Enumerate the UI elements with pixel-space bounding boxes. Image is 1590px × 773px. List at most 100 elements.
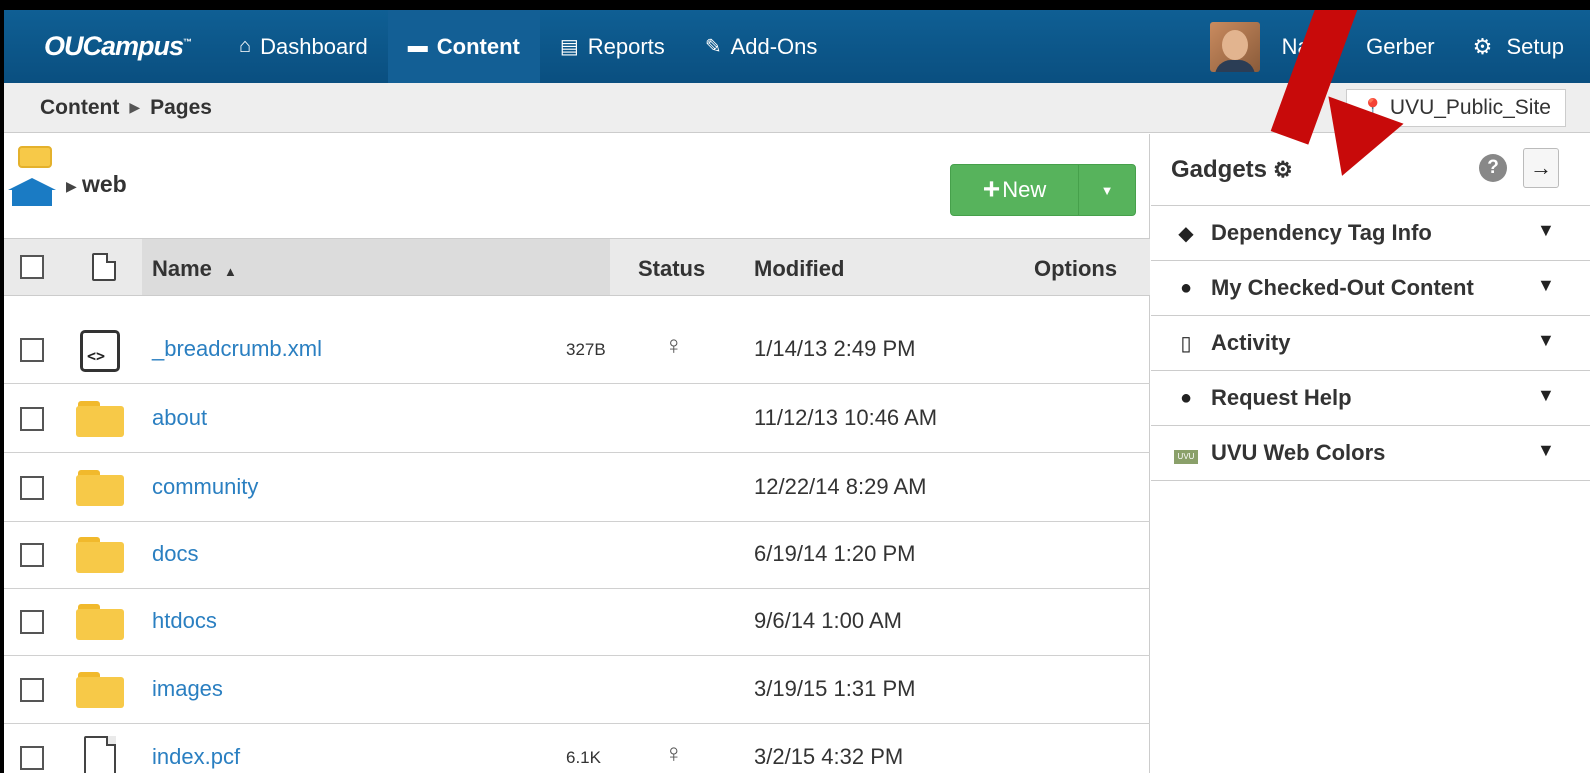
brand-logo[interactable]: OUCampus™ [44,31,192,62]
row-checkbox[interactable] [20,407,44,431]
row-checkbox[interactable] [20,610,44,634]
folder-icon [76,470,124,506]
gear-icon[interactable]: ⚙ [1273,157,1293,182]
gear-icon: ⚙ [1472,33,1493,59]
folder-icon: ▬ [407,35,428,57]
pin-icon: ✎ [704,36,722,58]
avatar[interactable] [1209,21,1260,72]
modified-date: 3/2/15 4:32 PM [754,744,904,769]
file-list-panel: ▶ web + New ▼ Name ▲ Status Modified Opt… [4,134,1150,773]
file-size: 327B [566,340,606,359]
collapse-gadgets-button[interactable]: → [1523,148,1559,188]
nav-reports[interactable]: ▤ Reports [540,10,685,83]
chevron-down-icon[interactable]: ▼ [1537,220,1555,241]
gadget-label: Request Help [1211,385,1352,410]
breadcrumb-caret-icon: ▶ [129,99,141,115]
row-checkbox[interactable] [20,543,44,567]
gadget-my-checked-out-content[interactable]: ● My Checked-Out Content ▼ [1151,261,1590,316]
folder-name-link[interactable]: about [152,405,207,431]
modified-column-header[interactable]: Modified [754,256,844,282]
gadget-label: Activity [1211,330,1291,355]
gadget-label: My Checked-Out Content [1211,275,1474,300]
home-icon: ⌂ [239,35,252,57]
folder-name-link[interactable]: docs [152,541,198,567]
page-file-icon [84,736,116,773]
user-area: NathGerber ⚙ Setup [1209,10,1590,83]
row-checkbox[interactable] [20,476,44,500]
speech-bubble-icon: ● [1179,386,1193,409]
mouse-icon: ▯ [1180,332,1192,355]
table-row[interactable]: <> _breadcrumb.xml 327B ♀ 1/14/13 2:49 P… [4,316,1150,384]
new-button-label: New [1002,177,1047,202]
chevron-down-icon[interactable]: ▼ [1537,440,1555,461]
file-name-link[interactable]: index.pcf [152,744,240,770]
help-icon[interactable]: ? [1479,154,1507,182]
modified-date: 3/19/15 1:31 PM [754,676,916,701]
table-row[interactable]: community 12/22/14 8:29 AM [4,454,1150,522]
table-row[interactable]: htdocs 9/6/14 1:00 AM [4,588,1150,656]
breadcrumb-content[interactable]: Content [40,96,119,120]
current-folder-label[interactable]: web [82,171,127,198]
root-folder-button[interactable] [8,140,64,206]
folder-icon [76,604,124,640]
gadget-activity[interactable]: ▯ Activity ▼ [1151,316,1590,371]
gadget-label: Dependency Tag Info [1211,220,1432,245]
lightbulb-icon: ♀ [664,330,684,360]
nav-reports-label: Reports [587,33,665,59]
new-dropdown-button[interactable]: ▼ [1079,165,1135,215]
row-checkbox[interactable] [20,746,44,770]
folder-name-link[interactable]: images [152,676,223,702]
gadgets-panel: Gadgets ⚙ ? → ◆ Dependency Tag Info ▼ ● M… [1151,134,1590,773]
xml-file-icon: <> [80,330,120,372]
user-name-part2: Gerber [1366,33,1435,59]
new-button[interactable]: + New [951,165,1079,215]
gadgets-title-label: Gadgets [1171,156,1268,183]
path-caret-icon: ▶ [66,178,77,194]
setup-label: Setup [1506,33,1565,59]
clipboard-icon: ▤ [559,36,579,58]
table-row[interactable]: images 3/19/15 1:31 PM [4,656,1150,724]
folder-name-link[interactable]: community [152,474,258,500]
status-column-header[interactable]: Status [638,256,705,282]
folder-icon [18,146,52,168]
nav-addons-label: Add-Ons [730,33,818,59]
name-column-header[interactable]: Name ▲ [152,256,237,282]
file-size: 6.1K [566,748,601,767]
modified-date: 1/14/13 2:49 PM [754,336,916,361]
chevron-down-icon[interactable]: ▼ [1537,385,1555,406]
gadget-label: UVU Web Colors [1211,440,1386,465]
uvu-colors-icon: UVU [1173,442,1199,465]
folder-icon [76,672,124,708]
table-row[interactable]: index.pcf 6.1K ♀ 3/2/15 4:32 PM [4,724,1150,773]
lightbulb-icon: ● [1179,276,1193,299]
row-checkbox[interactable] [20,338,44,362]
table-row[interactable]: docs 6/19/14 1:20 PM [4,521,1150,589]
gadget-request-help[interactable]: ● Request Help ▼ [1151,371,1590,426]
chevron-down-icon[interactable]: ▼ [1537,330,1555,351]
setup-menu[interactable]: ⚙ Setup [1473,34,1564,60]
gadget-dependency-tag-info[interactable]: ◆ Dependency Tag Info ▼ [1151,206,1590,261]
lightbulb-icon: ♀ [664,738,684,768]
nav-dashboard[interactable]: ⌂ Dashboard [219,10,388,83]
nav-addons[interactable]: ✎ Add-Ons [685,10,838,83]
nav-content[interactable]: ▬ Content [387,10,540,83]
options-column-header: Options [1034,256,1118,281]
nav-dashboard-label: Dashboard [260,33,368,59]
row-checkbox[interactable] [20,678,44,702]
table-header: Name ▲ Status Modified Options [4,238,1150,296]
chevron-down-icon[interactable]: ▼ [1537,275,1555,296]
nav-content-label: Content [436,33,520,59]
site-name: UVU_Public_Site [1389,96,1551,119]
plus-icon: + [982,173,1001,206]
table-row[interactable]: about 11/12/13 10:46 AM [4,385,1150,453]
home-icon [8,178,56,206]
select-all-checkbox[interactable] [20,255,44,279]
tag-icon: ◆ [1178,222,1194,245]
sort-asc-icon: ▲ [224,264,237,279]
modified-date: 9/6/14 1:00 AM [754,608,902,633]
folder-icon [76,537,124,573]
file-name-link[interactable]: _breadcrumb.xml [152,336,322,362]
gadget-uvu-web-colors[interactable]: UVU UVU Web Colors ▼ [1151,426,1590,481]
folder-name-link[interactable]: htdocs [152,608,217,634]
modified-date: 12/22/14 8:29 AM [754,474,927,499]
